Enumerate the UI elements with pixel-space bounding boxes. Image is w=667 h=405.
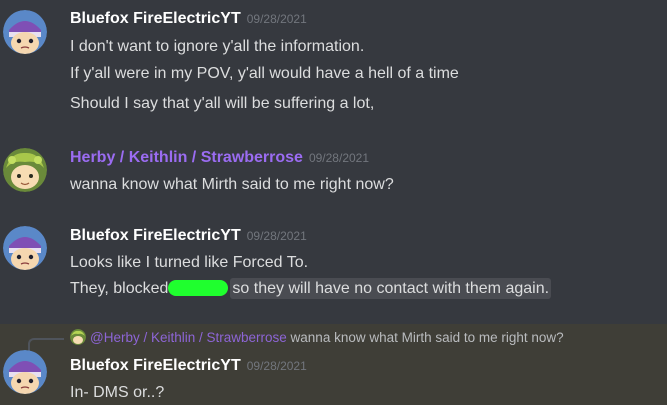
timestamp: 09/28/2021 (246, 359, 307, 373)
user-avatar[interactable] (3, 148, 47, 192)
message-text: In- DMS or..? (70, 384, 165, 401)
message-text: Looks like I turned like Forced To. (70, 254, 309, 271)
reply-preview[interactable]: @Herby / Keithlin / Strawberrose wanna k… (70, 329, 564, 345)
bluefox-avatar-icon (3, 350, 47, 394)
censor-bar (168, 280, 229, 296)
timestamp: 09/28/2021 (246, 229, 307, 243)
message-text: Should I say that y'all will be sufferin… (70, 95, 375, 112)
herby-avatar-small-icon (70, 329, 86, 345)
reply-avatar (70, 329, 86, 345)
reply-text: wanna know what Mirth said to me right n… (290, 330, 564, 345)
bluefox-avatar-icon (3, 10, 47, 54)
timestamp: 09/28/2021 (246, 12, 307, 26)
username[interactable]: Bluefox FireElectricYT (70, 10, 241, 27)
message-text-highlighted: They, blocked so they will have no contac… (70, 278, 552, 299)
message-text: I don't want to ignore y'all the informa… (70, 38, 365, 55)
herby-avatar-icon (3, 148, 47, 192)
reply-mention[interactable]: @Herby / Keithlin / Strawberrose (90, 330, 287, 345)
highlighted-text: so they will have no contact with them a… (230, 278, 552, 299)
username[interactable]: Bluefox FireElectricYT (70, 227, 241, 244)
reply-spine (28, 338, 64, 352)
message-text: wanna know what Mirth said to me right n… (70, 176, 394, 193)
message-text: If y'all were in my POV, y'all would hav… (70, 65, 459, 82)
user-avatar[interactable] (3, 226, 47, 270)
username[interactable]: Herby / Keithlin / Strawberrose (70, 149, 303, 166)
timestamp: 09/28/2021 (308, 151, 370, 165)
user-avatar[interactable] (3, 350, 47, 394)
user-avatar[interactable] (3, 10, 47, 54)
message-text-before: They, blocked (70, 280, 169, 297)
username[interactable]: Bluefox FireElectricYT (70, 357, 241, 374)
bluefox-avatar-icon (3, 226, 47, 270)
